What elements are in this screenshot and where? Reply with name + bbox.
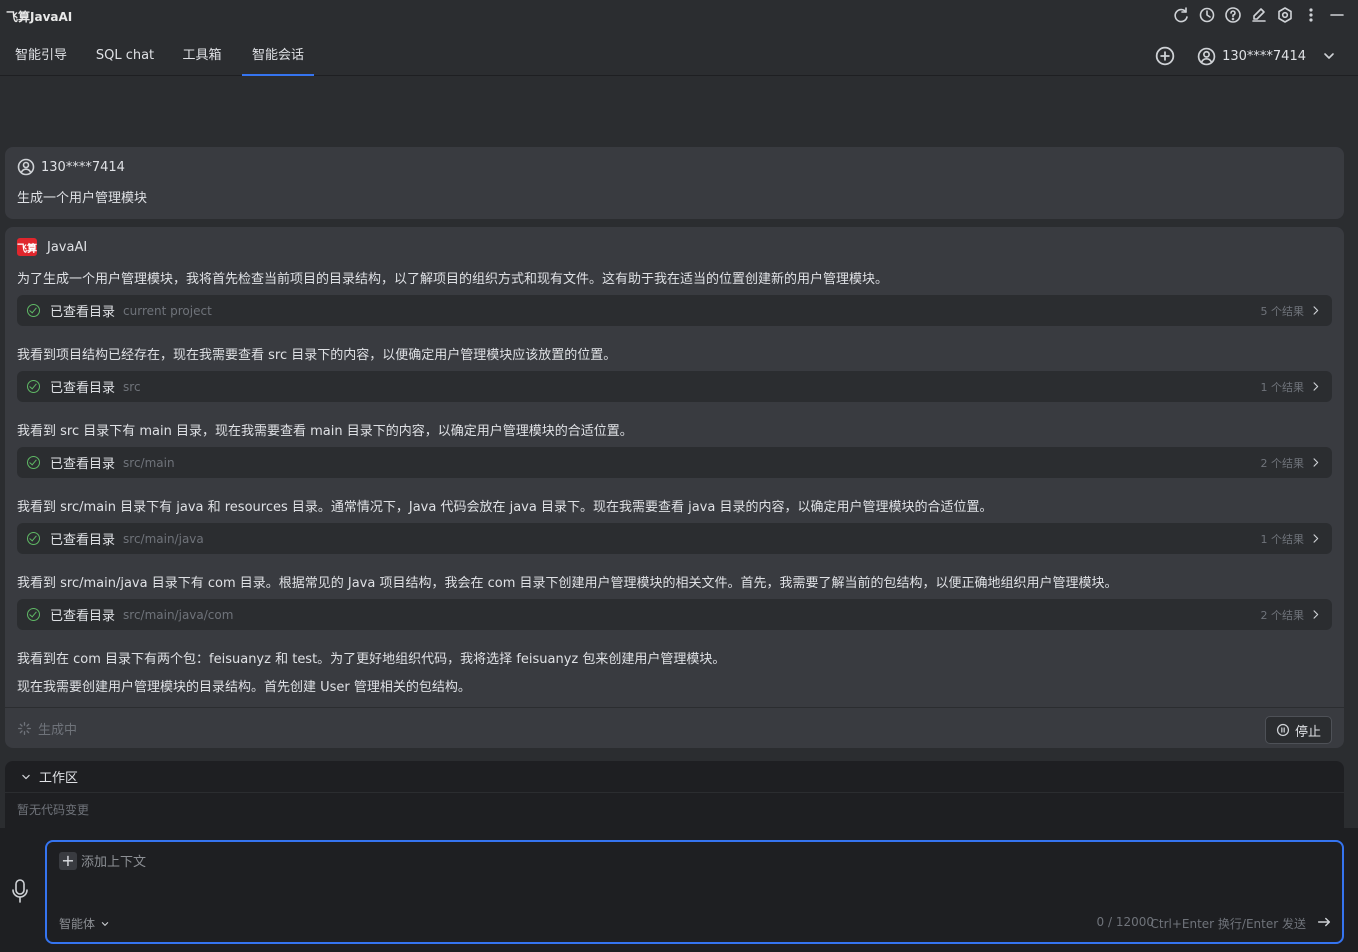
tool-call-item[interactable]: 已查看目录 src/main/java/com 2 个结果 <box>17 599 1332 630</box>
tool-label: 已查看目录 <box>50 533 116 548</box>
ai-paragraph: 我看到项目结构已经存在，现在我需要查看 src 目录下的内容，以便确定用户管理模… <box>17 348 617 363</box>
agent-selector[interactable]: 智能体 <box>59 915 111 932</box>
microphone-icon[interactable] <box>10 878 30 908</box>
user-message-author: 130****7414 <box>41 159 125 175</box>
check-circle-icon <box>27 608 40 621</box>
workspace-panel: 工作区 暂无代码变更 <box>5 761 1344 828</box>
pause-circle-icon <box>1276 723 1290 737</box>
tool-path: src/main <box>123 455 175 470</box>
tool-call-item[interactable]: 已查看目录 src/main/java 1 个结果 <box>17 523 1332 554</box>
ai-paragraph: 现在我需要创建用户管理模块的目录结构。首先创建 User 管理相关的包结构。 <box>17 680 471 695</box>
tab-sql-chat[interactable]: SQL chat <box>94 36 156 76</box>
tool-label: 已查看目录 <box>50 609 116 624</box>
stop-button[interactable]: 停止 <box>1264 716 1332 744</box>
edit-icon[interactable] <box>1250 6 1268 24</box>
javaai-logo: 飞算 <box>17 238 37 256</box>
ai-paragraph: 为了生成一个用户管理模块，我将首先检查当前项目的目录结构，以了解项目的组织方式和… <box>17 272 889 287</box>
settings-icon[interactable] <box>1276 6 1294 24</box>
refresh-icon[interactable] <box>1172 6 1190 24</box>
minimize-icon[interactable] <box>1328 6 1346 24</box>
tab-bar: 智能引导 SQL chat 工具箱 智能会话 130****7414 <box>0 36 1358 76</box>
tool-path: current project <box>123 303 212 318</box>
workspace-title: 工作区 <box>39 771 79 786</box>
tool-result-count: 2 个结果 <box>1260 608 1305 622</box>
tool-label: 已查看目录 <box>50 305 116 320</box>
generating-bar: 生成中 停止 <box>5 707 1344 748</box>
ai-paragraph: 我看到在 com 目录下有两个包：feisuanyz 和 test。为了更好地组… <box>17 652 726 667</box>
tool-path: src <box>123 379 141 394</box>
check-circle-icon <box>27 304 40 317</box>
chevron-down-icon <box>19 770 33 784</box>
stop-button-label: 停止 <box>1294 724 1321 740</box>
ai-message-author: JavaAI <box>47 239 88 255</box>
generating-status: 生成中 <box>38 722 78 738</box>
tool-result-count: 1 个结果 <box>1260 380 1305 394</box>
chevron-down-icon <box>1320 47 1338 65</box>
ai-paragraph: 我看到 src/main 目录下有 java 和 resources 目录。通常… <box>17 500 993 515</box>
char-counter: 0 / 12000 <box>1096 915 1154 929</box>
more-icon[interactable] <box>1302 6 1320 24</box>
input-area: + 添加上下文 智能体 0 / 12000 Ctrl+Enter 换行/Ente… <box>0 828 1358 952</box>
add-context-label: 添加上下文 <box>81 855 147 870</box>
tool-path: src/main/java <box>123 531 204 546</box>
app-title: 飞算JavaAI <box>6 9 73 24</box>
workspace-empty-text: 暂无代码变更 <box>17 803 90 817</box>
send-hint: Ctrl+Enter 换行/Enter 发送 <box>1150 917 1307 931</box>
user-avatar-icon <box>17 158 35 176</box>
user-name: 130****7414 <box>1222 48 1306 64</box>
plus-icon: + <box>59 851 77 870</box>
chevron-right-icon <box>1309 532 1322 549</box>
chevron-right-icon <box>1309 304 1322 321</box>
tool-call-item[interactable]: 已查看目录 current project 5 个结果 <box>17 295 1332 326</box>
help-icon[interactable] <box>1224 6 1242 24</box>
user-message: 130****7414 生成一个用户管理模块 <box>5 147 1344 219</box>
chevron-down-icon <box>99 918 111 930</box>
history-icon[interactable] <box>1198 6 1216 24</box>
tool-result-count: 2 个结果 <box>1260 456 1305 470</box>
tool-label: 已查看目录 <box>50 381 116 396</box>
agent-selector-label: 智能体 <box>59 917 96 931</box>
add-context-button[interactable]: + 添加上下文 <box>59 851 146 870</box>
tab-toolbox[interactable]: 工具箱 <box>178 36 226 76</box>
chevron-right-icon <box>1309 608 1322 625</box>
chevron-right-icon <box>1309 456 1322 473</box>
chevron-right-icon <box>1309 380 1322 397</box>
check-circle-icon <box>27 456 40 469</box>
ai-paragraph: 我看到 src/main/java 目录下有 com 目录。根据常见的 Java… <box>17 576 1118 591</box>
user-menu[interactable]: 130****7414 <box>1197 47 1338 66</box>
tool-path: src/main/java/com <box>123 607 234 622</box>
loading-spinner-icon <box>17 721 32 736</box>
title-bar: 飞算JavaAI <box>0 0 1358 32</box>
tool-result-count: 1 个结果 <box>1260 532 1305 546</box>
tab-smart-chat[interactable]: 智能会话 <box>242 36 314 76</box>
check-circle-icon <box>27 532 40 545</box>
tool-call-item[interactable]: 已查看目录 src 1 个结果 <box>17 371 1332 402</box>
workspace-toggle[interactable]: 工作区 <box>5 761 1344 793</box>
ai-paragraph: 我看到 src 目录下有 main 目录，现在我需要查看 main 目录下的内容… <box>17 424 633 439</box>
user-message-text: 生成一个用户管理模块 <box>17 191 148 206</box>
tool-result-count: 5 个结果 <box>1260 304 1305 318</box>
user-avatar-icon <box>1197 47 1216 66</box>
send-arrow-icon[interactable] <box>1316 914 1332 934</box>
tool-label: 已查看目录 <box>50 457 116 472</box>
check-circle-icon <box>27 380 40 393</box>
chat-input[interactable]: + 添加上下文 智能体 0 / 12000 Ctrl+Enter 换行/Ente… <box>45 840 1344 944</box>
ai-message: 飞算 JavaAI 为了生成一个用户管理模块，我将首先检查当前项目的目录结构，以… <box>5 227 1344 748</box>
new-chat-plus-icon[interactable] <box>1155 46 1175 66</box>
tab-smart-guide[interactable]: 智能引导 <box>12 36 70 76</box>
tool-call-item[interactable]: 已查看目录 src/main 2 个结果 <box>17 447 1332 478</box>
title-toolbar <box>1172 6 1346 24</box>
